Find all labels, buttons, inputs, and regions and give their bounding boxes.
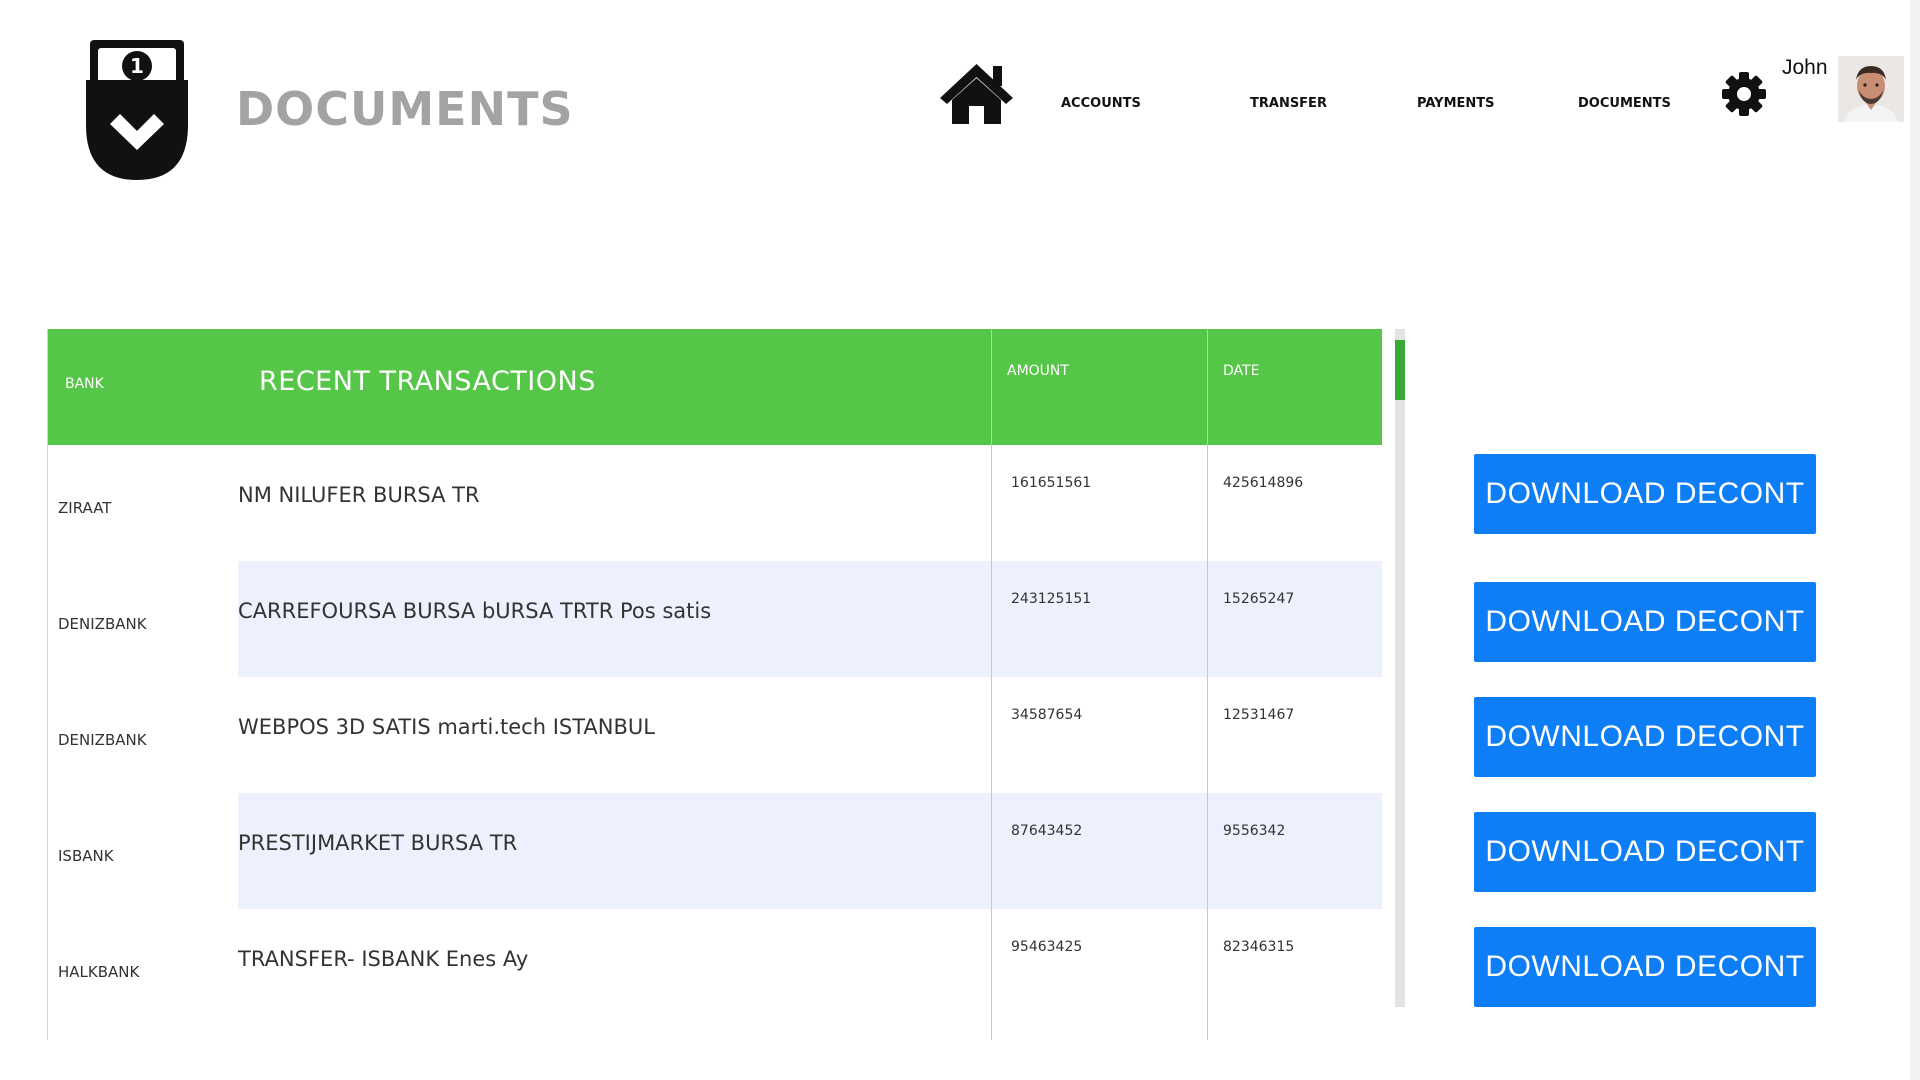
table-row: HALKBANK TRANSFER- ISBANK Enes Ay 954634…	[48, 909, 1382, 1025]
table-row: DENIZBANK CARREFOURSA BURSA bURSA TRTR P…	[48, 561, 1382, 677]
page-title: DOCUMENTS	[236, 82, 574, 136]
cell-amount: 161651561	[1011, 475, 1092, 491]
column-header-date: DATE	[1223, 363, 1260, 379]
transactions-table: BANK RECENT TRANSACTIONS AMOUNT DATE ZIR…	[47, 329, 1382, 1040]
cell-amount: 34587654	[1011, 707, 1083, 723]
cell-date: 425614896	[1223, 475, 1304, 491]
cell-description: TRANSFER- ISBANK Enes Ay	[238, 947, 529, 971]
cell-description: NM NILUFER BURSA TR	[238, 483, 480, 507]
nav-payments[interactable]: PAYMENTS	[1417, 96, 1495, 111]
column-divider	[991, 329, 992, 1040]
cell-description: CARREFOURSA BURSA bURSA TRTR Pos satis	[238, 599, 712, 623]
cell-amount: 87643452	[1011, 823, 1083, 839]
gear-icon[interactable]	[1721, 71, 1767, 117]
cell-date: 9556342	[1223, 823, 1286, 839]
download-decont-button[interactable]: DOWNLOAD DECONT	[1474, 454, 1816, 534]
column-divider	[1207, 329, 1208, 1040]
table-row: DENIZBANK WEBPOS 3D SATIS marti.tech IST…	[48, 677, 1382, 793]
nav-transfer[interactable]: TRANSFER	[1250, 96, 1327, 111]
scrollbar-thumb[interactable]	[1395, 340, 1405, 400]
avatar[interactable]	[1838, 56, 1904, 122]
cell-bank: DENIZBANK	[58, 731, 147, 749]
column-header-amount: AMOUNT	[1007, 363, 1069, 379]
cell-date: 15265247	[1223, 591, 1295, 607]
cell-bank: DENIZBANK	[58, 615, 147, 633]
nav-accounts[interactable]: ACCOUNTS	[1061, 96, 1141, 111]
table-row: ISBANK PRESTIJMARKET BURSA TR 87643452 9…	[48, 793, 1382, 909]
download-decont-button[interactable]: DOWNLOAD DECONT	[1474, 812, 1816, 892]
svg-text:1: 1	[130, 54, 144, 78]
cell-date: 12531467	[1223, 707, 1295, 723]
cell-description: PRESTIJMARKET BURSA TR	[238, 831, 518, 855]
window-edge	[1910, 0, 1920, 1080]
cell-amount: 95463425	[1011, 939, 1083, 955]
download-decont-button[interactable]: DOWNLOAD DECONT	[1474, 697, 1816, 777]
cell-date: 82346315	[1223, 939, 1295, 955]
download-decont-button[interactable]: DOWNLOAD DECONT	[1474, 582, 1816, 662]
column-header-bank: BANK	[65, 376, 104, 392]
table-header: BANK RECENT TRANSACTIONS AMOUNT DATE	[48, 329, 1382, 445]
wallet-shield-download-icon: 1	[82, 40, 192, 180]
cell-bank: ISBANK	[58, 847, 114, 865]
cell-description: WEBPOS 3D SATIS marti.tech ISTANBUL	[238, 715, 655, 739]
download-decont-button[interactable]: DOWNLOAD DECONT	[1474, 927, 1816, 1007]
cell-bank: ZIRAAT	[58, 499, 112, 517]
table-title: RECENT TRANSACTIONS	[259, 366, 596, 397]
user-name: John	[1782, 56, 1828, 79]
cell-bank: HALKBANK	[58, 963, 140, 981]
table-row: ZIRAAT NM NILUFER BURSA TR 161651561 425…	[48, 445, 1382, 561]
table-scrollbar[interactable]	[1395, 329, 1405, 1007]
home-icon[interactable]	[938, 62, 1015, 126]
cell-amount: 243125151	[1011, 591, 1092, 607]
nav-documents[interactable]: DOCUMENTS	[1578, 96, 1671, 111]
